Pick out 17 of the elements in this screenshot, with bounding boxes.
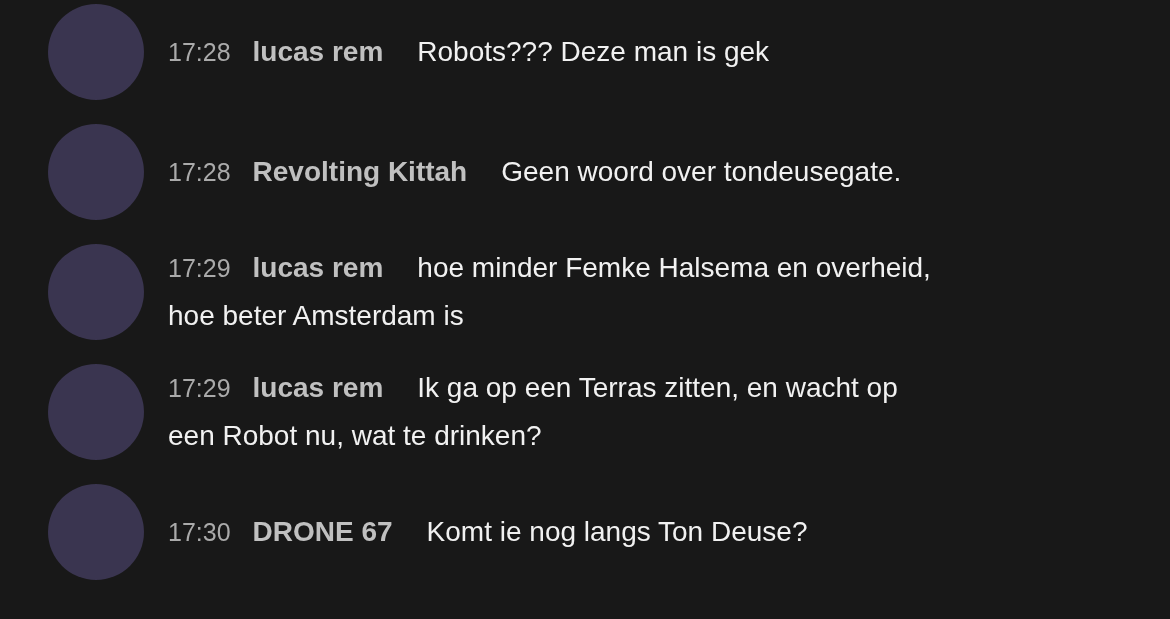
timestamp: 17:30 [168,518,231,546]
message-text: hoe minder Femke Halsema en overheid, [417,252,931,283]
timestamp: 17:29 [168,254,231,282]
author-name[interactable]: DRONE 67 [252,516,393,547]
author-name[interactable]: lucas rem [252,36,384,67]
message-text: Komt ie nog langs Ton Deuse? [426,516,808,547]
message-text: een Robot nu, wat te drinken? [168,420,542,451]
author-name[interactable]: lucas rem [252,252,384,283]
message-text: hoe beter Amsterdam is [168,300,464,331]
timestamp: 17:29 [168,374,231,402]
message-text: Ik ga op een Terras zitten, en wacht op [417,372,898,403]
message-text: Geen woord over tondeusegate. [501,156,902,187]
message-text: Robots??? Deze man is gek [417,36,770,67]
timestamp: 17:28 [168,38,231,66]
author-name[interactable]: Revolting Kittah [252,156,468,187]
author-name[interactable]: lucas rem [252,372,384,403]
timestamp: 17:28 [168,158,231,186]
